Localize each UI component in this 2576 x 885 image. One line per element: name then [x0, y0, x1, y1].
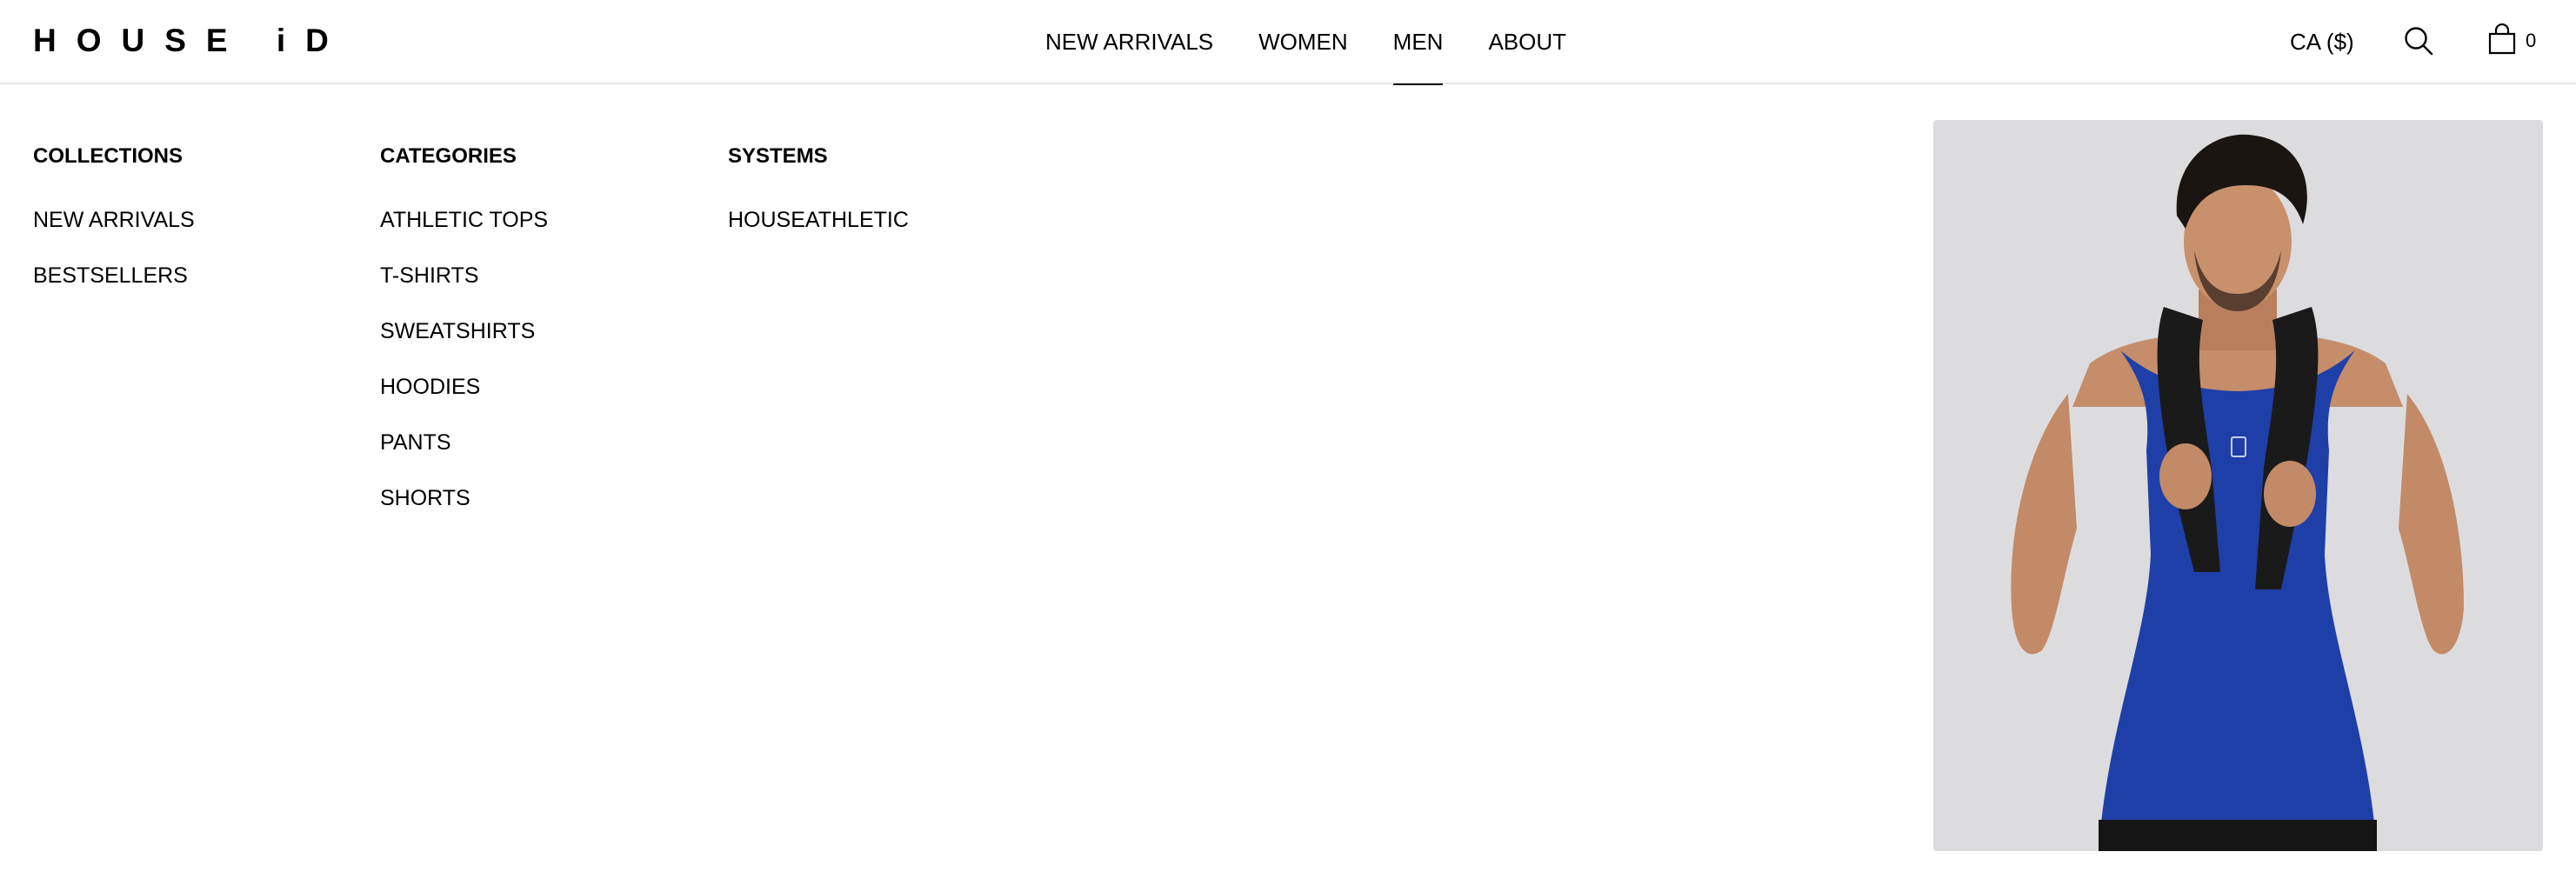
menu-link-houseathletic[interactable]: HOUSEATHLETIC	[728, 207, 909, 233]
nav-new-arrivals[interactable]: NEW ARRIVALS	[1045, 24, 1213, 59]
search-icon[interactable]	[2402, 24, 2435, 57]
nav-men[interactable]: MEN	[1392, 24, 1443, 85]
currency-selector[interactable]: CA ($)	[2290, 24, 2354, 59]
main-nav: NEW ARRIVALS WOMEN MEN ABOUT	[1045, 24, 1612, 85]
menu-link-hoodies[interactable]: HOODIES	[380, 374, 548, 400]
menu-link-shorts[interactable]: SHORTS	[380, 485, 548, 511]
collections-column: COLLECTIONS NEW ARRIVALS BESTSELLERS	[33, 143, 195, 318]
model-photo	[1933, 120, 2543, 851]
menu-link-sweatshirts[interactable]: SWEATSHIRTS	[380, 318, 548, 344]
menu-link-pants[interactable]: PANTS	[380, 429, 548, 456]
shopping-bag-icon	[2487, 23, 2517, 59]
cart-button[interactable]: 0	[2487, 23, 2536, 58]
site-header: HOUSE iD NEW ARRIVALS WOMEN MEN ABOUT CA…	[0, 0, 2576, 85]
menu-link-bestsellers[interactable]: BESTSELLERS	[33, 263, 195, 289]
categories-heading: CATEGORIES	[380, 144, 517, 168]
nav-women[interactable]: WOMEN	[1258, 24, 1348, 59]
promo-image[interactable]	[1933, 120, 2543, 851]
cart-count: 0	[2526, 30, 2537, 51]
nav-about[interactable]: ABOUT	[1488, 24, 1566, 59]
systems-heading: SYSTEMS	[728, 144, 828, 168]
collections-heading: COLLECTIONS	[33, 144, 183, 168]
menu-link-t-shirts[interactable]: T-SHIRTS	[380, 263, 548, 289]
menu-link-new-arrivals[interactable]: NEW ARRIVALS	[33, 207, 195, 233]
categories-column: CATEGORIES ATHLETIC TOPS T-SHIRTS SWEATS…	[380, 143, 548, 541]
systems-column: SYSTEMS HOUSEATHLETIC	[728, 143, 909, 263]
menu-link-athletic-tops[interactable]: ATHLETIC TOPS	[380, 207, 548, 233]
brand-logo[interactable]: HOUSE iD	[33, 23, 349, 58]
